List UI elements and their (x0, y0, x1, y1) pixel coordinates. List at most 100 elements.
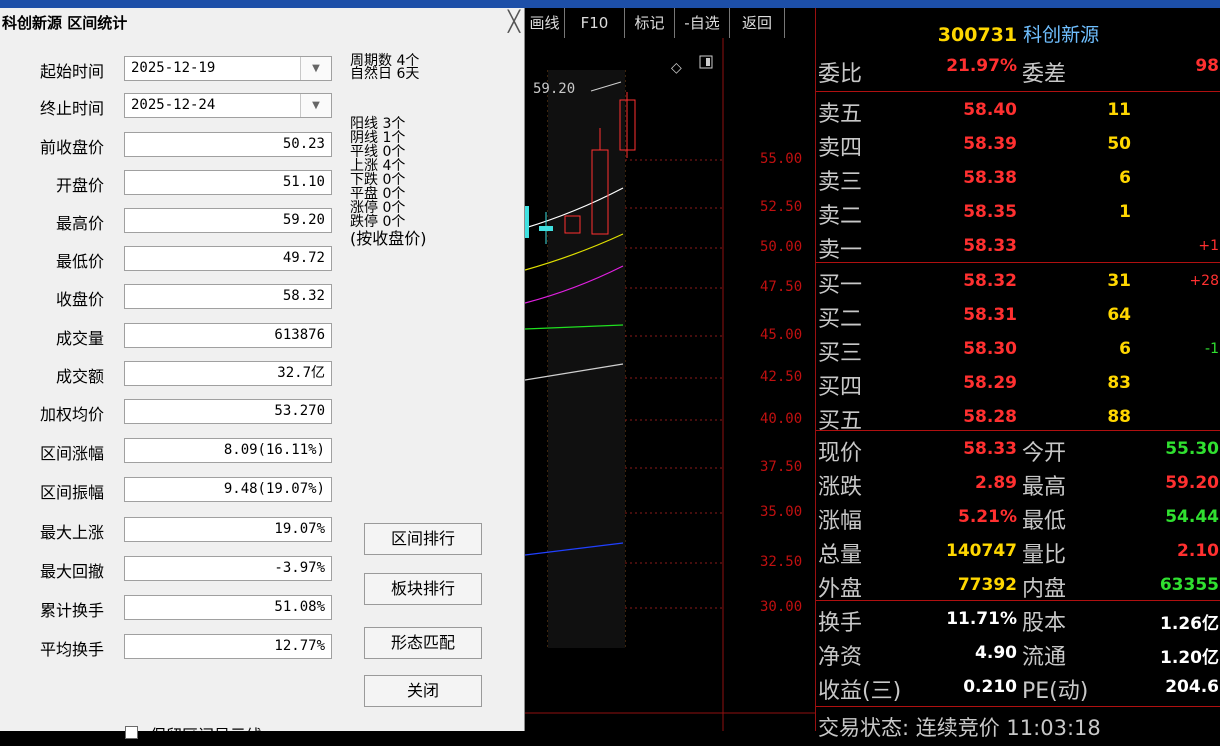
stock-name: 科创新源 (1023, 24, 1100, 46)
field-value[interactable]: 12.77% (124, 634, 332, 659)
interval-rank-button[interactable]: 区间排行 (364, 523, 482, 555)
limit-down-count: 跌停 0个 (350, 214, 406, 230)
stats1-value: 5.21% (958, 507, 1017, 527)
back-tab[interactable]: 返回 (730, 8, 785, 38)
bids-price: 58.31 (963, 305, 1017, 325)
field-value[interactable]: 59.20 (124, 208, 332, 233)
stats1-value: 54.44 (1165, 507, 1219, 527)
close-icon[interactable]: ╳ (508, 9, 520, 33)
asks-row[interactable]: 卖三 58.38 6 (816, 162, 1220, 196)
selected-range (548, 70, 625, 648)
field-label: 最低价 (55, 252, 104, 271)
asks-row[interactable]: 卖一 58.33 +1 (816, 230, 1220, 264)
bids-volume: 83 (1107, 373, 1131, 393)
stats1-value: 59.20 (1165, 473, 1219, 493)
field-label: 最大回撤 (39, 562, 104, 581)
dialog-titlebar[interactable]: 科创新源 区间统计 ╳ (0, 8, 524, 34)
stats1-label: 现价 (818, 441, 863, 466)
asks-volume: 1 (1119, 202, 1131, 222)
sector-rank-button[interactable]: 板块排行 (364, 573, 482, 605)
stats1-value: 63355 (1159, 575, 1219, 595)
field-value[interactable]: 32.7亿 (124, 361, 332, 386)
stats1-label: 内盘 (1022, 577, 1067, 602)
stats1-label: 总量 (818, 543, 863, 568)
field-value[interactable]: 58.32 (124, 284, 332, 309)
end-time-label: 终止时间 (39, 99, 104, 118)
diamond-icon[interactable]: ◇ (671, 60, 682, 76)
stats1-row: 现价 58.33 今开 55.30 (816, 433, 1220, 467)
y-tick-label: 47.50 (760, 279, 803, 295)
asks-label: 卖一 (818, 238, 863, 263)
bids-row[interactable]: 买三 58.30 6 -1 (816, 333, 1220, 367)
stats1-row: 涨幅 5.21% 最低 54.44 (816, 501, 1220, 535)
high-price-label: 59.20 (533, 81, 576, 97)
watchlist-tab[interactable]: -自选 (675, 8, 730, 38)
stats1-label: 涨幅 (818, 509, 863, 534)
bids-volume: 31 (1107, 271, 1131, 291)
stats2-label: 净资 (818, 645, 863, 670)
trade-status: 交易状态: 连续竞价 11:03:18 (818, 716, 1101, 740)
draw-line-tab[interactable]: 画线 (525, 8, 565, 38)
field-value[interactable]: 53.270 (124, 399, 332, 424)
field-label: 成交量 (55, 329, 104, 348)
field-value[interactable]: 9.48(19.07%) (124, 477, 332, 502)
bids-label: 买二 (818, 307, 863, 332)
weibi-value: 21.97% (946, 56, 1017, 76)
weibi-label: 委比 (818, 62, 863, 87)
stats1-label: 外盘 (818, 577, 863, 602)
stats2-label: 收益(三) (818, 679, 902, 704)
asks-price: 58.40 (963, 100, 1017, 120)
asks-price: 58.33 (963, 236, 1017, 256)
mark-tab[interactable]: 标记 (625, 8, 675, 38)
stats1-label: 最低 (1022, 509, 1067, 534)
bids-volume: 6 (1119, 339, 1131, 359)
field-value[interactable]: 613876 (124, 323, 332, 348)
field-label: 最大上涨 (39, 523, 104, 542)
start-time-select[interactable]: 2025-12-19 ▼ (124, 56, 332, 81)
stats2-label: 股本 (1022, 611, 1067, 636)
field-label: 区间涨幅 (39, 444, 104, 463)
field-value[interactable]: -3.97% (124, 556, 332, 581)
chevron-down-icon[interactable]: ▼ (300, 94, 331, 117)
asks-row[interactable]: 卖二 58.35 1 (816, 196, 1220, 230)
stats1-row: 涨跌 2.89 最高 59.20 (816, 467, 1220, 501)
bids-row[interactable]: 买一 58.32 31 +28 (816, 265, 1220, 299)
field-value[interactable]: 8.09(16.11%) (124, 438, 332, 463)
weibi-row: 委比 21.97% 委差 98 (816, 56, 1220, 90)
stats2-label: 流通 (1022, 645, 1067, 670)
bids-volume: 64 (1107, 305, 1131, 325)
pattern-match-button[interactable]: 形态匹配 (364, 627, 482, 659)
field-value[interactable]: 51.08% (124, 595, 332, 620)
f10-tab[interactable]: F10 (565, 8, 625, 38)
y-tick-label: 52.50 (760, 199, 803, 215)
close-button[interactable]: 关闭 (364, 675, 482, 707)
stats1-row: 外盘 77392 内盘 63355 (816, 569, 1220, 603)
asks-price: 58.35 (963, 202, 1017, 222)
bids-volume: 88 (1107, 407, 1131, 427)
bids-change: +28 (1189, 273, 1219, 289)
bids-row[interactable]: 买二 58.31 64 (816, 299, 1220, 333)
chevron-down-icon[interactable]: ▼ (300, 57, 331, 80)
by-close-note: (按收盘价) (350, 229, 427, 248)
stats2-row: 换手 11.71% 股本 1.26亿 (816, 603, 1220, 637)
field-value[interactable]: 50.23 (124, 132, 332, 157)
stats1-value: 77392 (957, 575, 1017, 595)
start-time-value: 2025-12-19 (131, 60, 216, 76)
end-time-select[interactable]: 2025-12-24 ▼ (124, 93, 332, 118)
field-value[interactable]: 49.72 (124, 246, 332, 271)
field-value[interactable]: 51.10 (124, 170, 332, 195)
field-label: 最高价 (55, 214, 104, 233)
asks-row[interactable]: 卖四 58.39 50 (816, 128, 1220, 162)
bids-price: 58.29 (963, 373, 1017, 393)
weicha-value: 98 (1195, 56, 1219, 76)
stock-code: 300731 (937, 24, 1018, 46)
field-label: 前收盘价 (39, 138, 104, 157)
bids-row[interactable]: 买四 58.29 83 (816, 367, 1220, 401)
y-tick-label: 42.50 (760, 369, 803, 385)
y-tick-label: 50.00 (760, 239, 803, 255)
asks-row[interactable]: 卖五 58.40 11 (816, 94, 1220, 128)
stock-header: 300731 科创新源 (816, 20, 1220, 47)
y-tick-label: 30.00 (760, 599, 803, 615)
field-value[interactable]: 19.07% (124, 517, 332, 542)
keep-range-checkbox[interactable] (125, 726, 138, 739)
